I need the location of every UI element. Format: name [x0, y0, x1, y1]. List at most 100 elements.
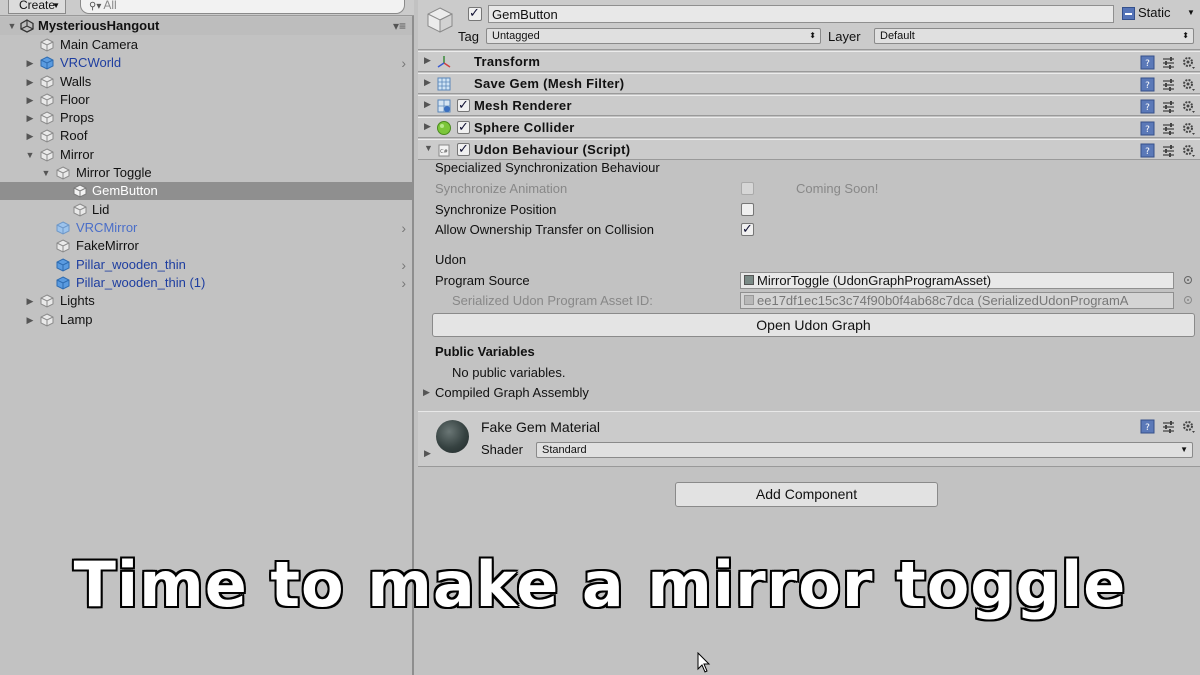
- compiled-graph-assembly-foldout[interactable]: Compiled Graph Assembly: [435, 385, 589, 400]
- fold-open-icon[interactable]: ▼: [424, 143, 433, 153]
- active-checkbox[interactable]: ✓: [468, 5, 482, 21]
- fold-open-icon[interactable]: ▼: [25, 146, 35, 164]
- fold-closed-icon[interactable]: ▶: [25, 54, 35, 72]
- serialized-asset-field[interactable]: ee17df1ec15c3c74f90b0f4ab68c7dca (Serial…: [740, 292, 1174, 309]
- open-udon-graph-button[interactable]: Open Udon Graph: [432, 313, 1195, 337]
- allow-ownership-checkbox[interactable]: ✓: [741, 221, 754, 236]
- preset-sliders-icon[interactable]: [1161, 121, 1176, 136]
- help-icon[interactable]: ?: [1140, 77, 1155, 92]
- hierarchy-search-input[interactable]: ⚲▾ All: [80, 0, 405, 14]
- hierarchy-item-pillar[interactable]: Pillar_wooden_thin ›: [0, 256, 412, 274]
- component-mesh-filter[interactable]: ▶ Save Gem (Mesh Filter) ?: [418, 73, 1200, 94]
- udon-behaviour-body: Specialized Synchronization Behaviour Sy…: [418, 157, 1200, 407]
- chevron-right-icon[interactable]: ›: [401, 256, 406, 274]
- hierarchy-item-walls[interactable]: ▶ Walls: [0, 73, 412, 91]
- fold-closed-icon[interactable]: ▶: [25, 127, 35, 145]
- chevron-right-icon[interactable]: ›: [401, 219, 406, 237]
- fold-closed-icon[interactable]: ▶: [25, 311, 35, 329]
- gear-icon[interactable]: [1181, 55, 1196, 70]
- hierarchy-item-pillar-1[interactable]: Pillar_wooden_thin (1) ›: [0, 274, 412, 292]
- checkmark-icon: ✓: [458, 97, 469, 112]
- hierarchy-item-lights[interactable]: ▶ Lights: [0, 292, 412, 310]
- component-enabled-checkbox[interactable]: ✓: [457, 141, 470, 156]
- gear-icon[interactable]: [1181, 99, 1196, 114]
- component-enabled-checkbox[interactable]: ✓: [457, 97, 470, 112]
- help-icon[interactable]: ?: [1140, 143, 1155, 158]
- fold-closed-icon[interactable]: ▶: [424, 448, 431, 459]
- fold-open-icon[interactable]: ▼: [7, 17, 17, 35]
- help-icon[interactable]: ?: [1140, 99, 1155, 114]
- chevron-right-icon[interactable]: ›: [401, 274, 406, 292]
- preset-sliders-icon[interactable]: [1161, 77, 1176, 92]
- hierarchy-item-label: Lamp: [60, 312, 93, 327]
- gameobject-icon: [40, 129, 54, 143]
- hierarchy-item-floor[interactable]: ▶ Floor: [0, 91, 412, 109]
- shader-dropdown[interactable]: Standard ▼: [536, 442, 1193, 458]
- gear-icon[interactable]: [1181, 77, 1196, 92]
- scene-row[interactable]: ▼ MysteriousHangout ▾≡: [0, 17, 412, 35]
- fold-closed-icon[interactable]: ▶: [25, 91, 35, 109]
- component-transform[interactable]: ▶ Transform ?: [418, 51, 1200, 72]
- fold-closed-icon[interactable]: ▶: [25, 109, 35, 127]
- hierarchy-item-gembutton[interactable]: GemButton: [0, 182, 412, 200]
- gameobject-icon: [427, 7, 453, 33]
- hierarchy-item-lid[interactable]: Lid: [0, 201, 412, 219]
- tag-dropdown[interactable]: Untagged ⬍: [486, 28, 821, 44]
- search-placeholder: All: [103, 0, 117, 12]
- fold-closed-icon[interactable]: ▶: [423, 387, 430, 398]
- fold-closed-icon[interactable]: ▶: [424, 99, 431, 110]
- static-checkbox[interactable]: [1122, 7, 1135, 20]
- program-source-field[interactable]: MirrorToggle (UdonGraphProgramAsset): [740, 272, 1174, 289]
- chevron-down-icon[interactable]: ▼: [1187, 8, 1195, 17]
- gameobject-header: ✓ GemButton Static ▼ Tag Untagged ⬍ Laye…: [418, 0, 1200, 50]
- chevron-right-icon[interactable]: ›: [401, 54, 406, 72]
- preset-sliders-icon[interactable]: [1161, 419, 1176, 434]
- fold-open-icon[interactable]: ▼: [41, 164, 51, 182]
- serialized-asset-value: ee17df1ec15c3c74f90b0f4ab68c7dca (Serial…: [757, 293, 1129, 308]
- preset-sliders-icon[interactable]: [1161, 99, 1176, 114]
- hierarchy-item-roof[interactable]: ▶ Roof: [0, 127, 412, 145]
- component-enabled-checkbox[interactable]: ✓: [457, 119, 470, 134]
- help-icon[interactable]: ?: [1140, 121, 1155, 136]
- hierarchy-item-main-camera[interactable]: Main Camera: [0, 36, 412, 54]
- preset-sliders-icon[interactable]: [1161, 143, 1176, 158]
- shader-dropdown-value: Standard: [542, 444, 587, 456]
- sync-animation-checkbox[interactable]: [741, 182, 754, 195]
- fold-closed-icon[interactable]: ▶: [424, 121, 431, 132]
- udon-section-header: Udon: [435, 252, 467, 267]
- fold-closed-icon[interactable]: ▶: [424, 55, 431, 66]
- help-icon[interactable]: ?: [1140, 55, 1155, 70]
- help-icon[interactable]: ?: [1140, 419, 1155, 434]
- asset-icon: [744, 295, 754, 305]
- hierarchy-item-mirror[interactable]: ▼ Mirror: [0, 146, 412, 164]
- gameobject-icon: [40, 75, 54, 89]
- hierarchy-item-label: Mirror: [60, 147, 94, 162]
- hierarchy-item-vrcworld[interactable]: ▶ VRCWorld ›: [0, 54, 412, 72]
- svg-text:C#: C#: [440, 149, 448, 155]
- component-sphere-collider[interactable]: ▶ ✓ Sphere Collider ?: [418, 117, 1200, 138]
- preset-sliders-icon[interactable]: [1161, 55, 1176, 70]
- scene-menu-icon[interactable]: ▾≡: [393, 17, 406, 35]
- component-mesh-renderer[interactable]: ▶ ✓ Mesh Renderer ?: [418, 95, 1200, 116]
- hierarchy-item-props[interactable]: ▶ Props: [0, 109, 412, 127]
- mouse-cursor-icon: [697, 652, 711, 673]
- layer-dropdown[interactable]: Default ⬍: [874, 28, 1194, 44]
- fold-closed-icon[interactable]: ▶: [25, 292, 35, 310]
- gear-icon[interactable]: [1181, 143, 1196, 158]
- gear-icon[interactable]: [1181, 121, 1196, 136]
- sync-position-checkbox[interactable]: [741, 203, 754, 216]
- fold-closed-icon[interactable]: ▶: [424, 77, 431, 88]
- hierarchy-item-vrcmirror[interactable]: VRCMirror ›: [0, 219, 412, 237]
- gear-icon[interactable]: [1181, 419, 1196, 434]
- object-name-field[interactable]: GemButton: [488, 5, 1114, 23]
- object-picker-icon[interactable]: [1184, 276, 1192, 284]
- component-title: Sphere Collider: [474, 120, 575, 135]
- add-component-button[interactable]: Add Component: [675, 482, 938, 507]
- hierarchy-item-mirror-toggle[interactable]: ▼ Mirror Toggle: [0, 164, 412, 182]
- gameobject-icon: [56, 239, 70, 253]
- create-button[interactable]: Create ▼: [8, 0, 66, 14]
- fold-closed-icon[interactable]: ▶: [25, 73, 35, 91]
- hierarchy-item-fakemirror[interactable]: FakeMirror: [0, 237, 412, 255]
- hierarchy-item-lamp[interactable]: ▶ Lamp: [0, 311, 412, 329]
- object-picker-icon[interactable]: [1184, 296, 1192, 304]
